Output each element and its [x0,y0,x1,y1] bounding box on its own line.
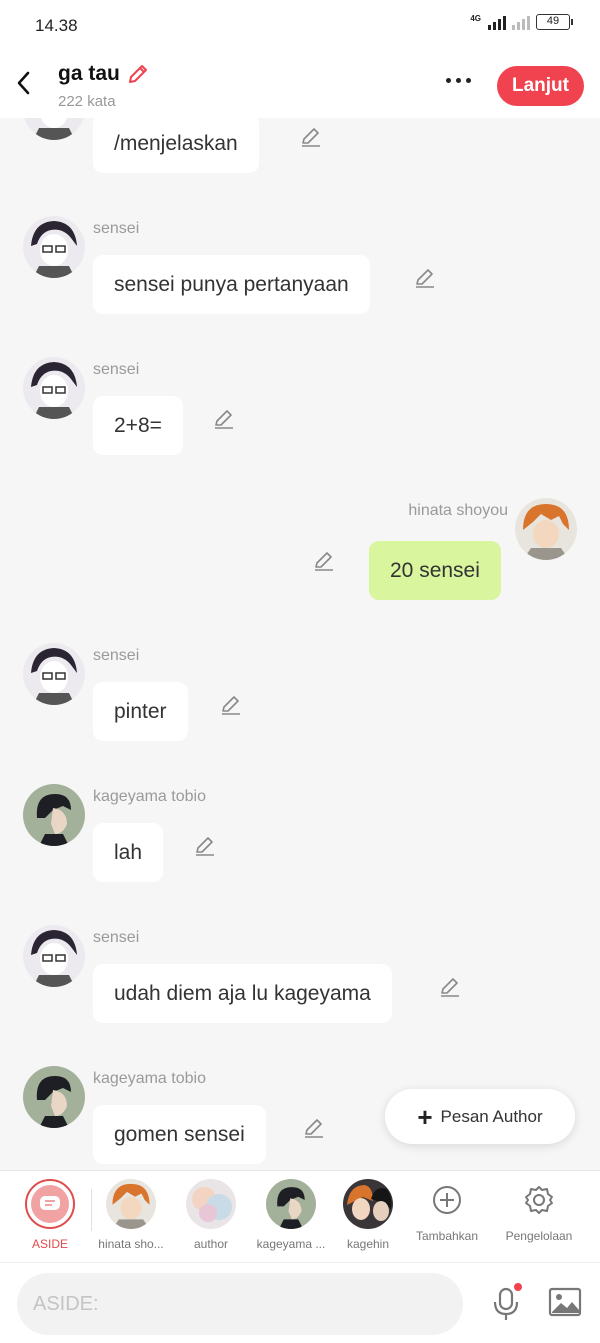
manage-button[interactable]: Pengelolaan [497,1179,581,1243]
character-kageyama[interactable]: kageyama ... [249,1179,333,1251]
manage-label: Pengelolaan [505,1229,573,1243]
network-type: 4G [470,14,481,23]
sender-name: sensei [93,220,140,237]
character-label: hinata sho... [98,1237,164,1251]
add-character-button[interactable]: Tambahkan [405,1179,489,1243]
message-bubble-own[interactable]: 20 sensei [369,541,501,600]
avatar [266,1179,316,1229]
character-bar: ASIDE hinata sho... author kageyama ... … [0,1170,600,1262]
avatar-kageyama[interactable] [23,784,85,846]
character-aside[interactable]: ASIDE [8,1179,92,1251]
character-author[interactable]: author [169,1179,253,1251]
sender-name: sensei [93,929,140,946]
message-bubble[interactable]: udah diem aja lu kageyama [93,964,392,1023]
signal-secondary-icon [512,14,530,30]
more-options-icon[interactable] [446,78,471,83]
aside-avatar [25,1179,75,1229]
character-label: ASIDE [31,1237,68,1251]
status-time: 14.38 [35,16,78,35]
sender-name: kageyama tobio [93,1070,206,1087]
avatar-sensei[interactable] [23,925,85,987]
edit-message-icon[interactable] [439,976,461,998]
message-bubble[interactable]: gomen sensei [93,1105,266,1164]
edit-title-icon[interactable] [126,62,150,86]
message-author-button[interactable]: + Pesan Author [385,1089,575,1144]
avatar-sensei[interactable] [23,643,85,705]
header: ga tau 222 kata Lanjut [0,50,600,118]
edit-message-icon[interactable] [303,1117,325,1139]
character-label: kagehin [346,1237,390,1251]
add-character-label: Tambahkan [415,1229,479,1243]
message-bubble[interactable]: sensei punya pertanyaan [93,255,370,314]
chat-bubble-icon [40,1196,60,1210]
edit-message-icon[interactable] [194,835,216,857]
avatar-sensei[interactable] [23,216,85,278]
word-count: 222 kata [58,93,116,110]
message-bubble[interactable]: pinter [93,682,188,741]
avatar [106,1179,156,1229]
message-bubble[interactable]: lah [93,823,164,882]
signal-icon [488,14,506,30]
message-bubble[interactable]: /menjelaskan [93,118,259,173]
avatar [343,1179,393,1229]
add-circle-icon [433,1186,461,1214]
page-title[interactable]: ga tau [58,62,150,86]
title-text: ga tau [58,62,120,85]
microphone-icon[interactable] [490,1283,522,1323]
edit-message-icon[interactable] [414,267,436,289]
avatar-kageyama[interactable] [23,1066,85,1128]
avatar-hinata[interactable] [515,498,577,560]
edit-message-icon[interactable] [213,408,235,430]
character-label: author [193,1237,229,1251]
character-label: kageyama ... [256,1237,326,1251]
plus-icon: + [417,1101,433,1132]
back-arrow-icon[interactable] [14,70,34,96]
sender-name: hinata shoyou [408,502,508,519]
edit-message-icon[interactable] [300,126,322,148]
character-kagehin[interactable]: kagehin [326,1179,410,1251]
avatar-sensei[interactable] [23,118,85,140]
character-hinata[interactable]: hinata sho... [89,1179,173,1251]
status-bar: 14.38 4G 49 [0,0,600,50]
edit-message-icon[interactable] [313,550,335,572]
avatar [186,1179,236,1229]
sender-name: sensei [93,647,140,664]
next-button[interactable]: Lanjut [497,66,584,106]
image-icon[interactable] [548,1287,582,1317]
message-input[interactable] [17,1273,463,1335]
sender-name: kageyama tobio [93,788,206,805]
input-bar [0,1262,600,1343]
battery-icon: 49 [536,14,573,30]
sender-name: sensei [93,361,140,378]
avatar-sensei[interactable] [23,357,85,419]
gear-icon [525,1186,553,1214]
message-author-label: Pesan Author [440,1106,543,1126]
chat-area[interactable]: /menjelaskan sensei sensei punya pertany… [0,118,600,1170]
status-icons: 4G 49 [470,14,573,30]
edit-message-icon[interactable] [220,694,242,716]
message-bubble[interactable]: 2+8= [93,396,183,455]
